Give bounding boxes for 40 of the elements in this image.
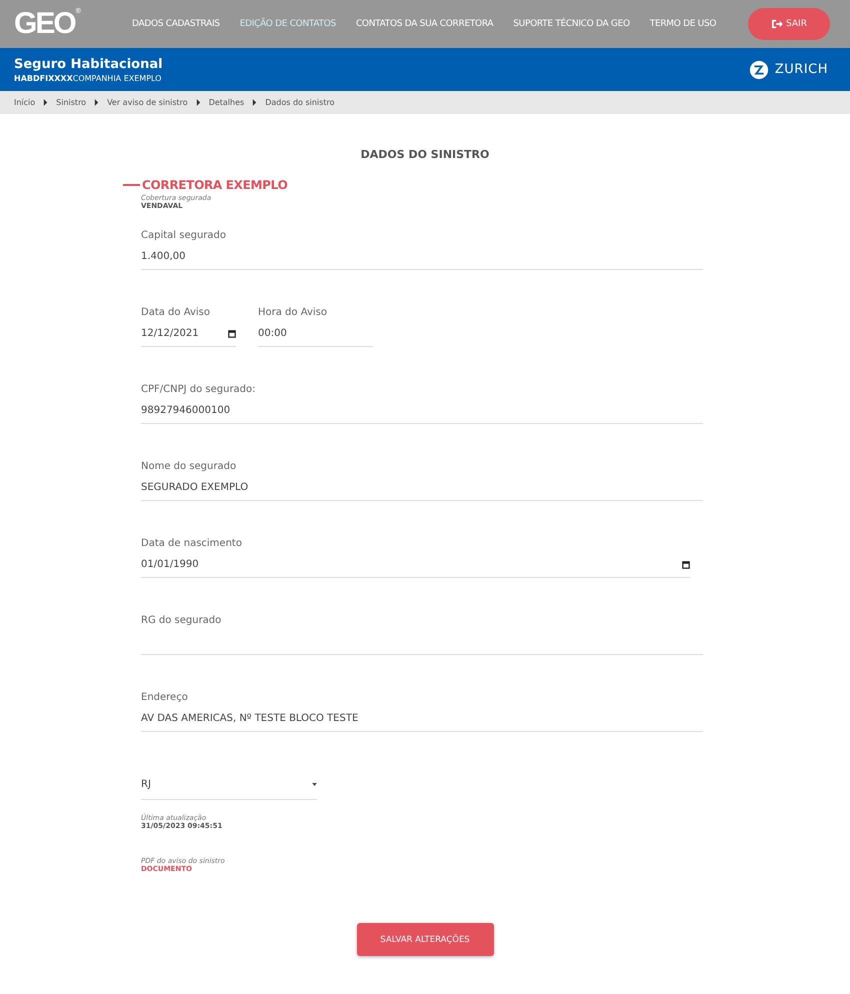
field-label: RG do segurado — [141, 615, 222, 628]
field-label: Hora do Aviso — [258, 307, 328, 320]
date-field[interactable]: 12/12/2021 — [141, 321, 236, 347]
field-label: Nome do segurado — [141, 461, 238, 474]
input-field[interactable]: 1.400,00 — [141, 244, 703, 270]
calendar-icon — [228, 330, 236, 338]
time-field[interactable]: 00:00 — [258, 321, 373, 347]
logout-icon — [771, 19, 784, 29]
caret-icon — [312, 782, 317, 786]
policy-code: HABDFIXXXX — [14, 74, 73, 82]
field-label: CPF/CNPJ do segurado: — [141, 384, 257, 397]
insurer-name: ZURICH — [774, 62, 828, 77]
company-name: COMPANHIA EXEMPLO — [72, 74, 162, 82]
chevron-right-icon — [252, 99, 258, 106]
breadcrumb-link[interactable]: Detalhes — [208, 98, 244, 107]
calendar-icon — [682, 560, 690, 568]
breadcrumb-link[interactable]: Ver aviso de sinistro — [107, 98, 188, 107]
accent-dash — [123, 184, 140, 186]
broker-name: CORRETORA EXEMPLO — [142, 178, 288, 192]
field-label: Data de nascimento — [141, 538, 243, 551]
state-select[interactable]: RJ — [141, 769, 317, 800]
product-title: Seguro Habitacional — [14, 56, 163, 72]
breadcrumb-link[interactable]: Dados do sinistro — [265, 98, 334, 107]
chevron-right-icon — [43, 99, 48, 106]
breadcrumb-link[interactable]: Sinistro — [56, 98, 86, 107]
field-label: Capital segurado — [141, 230, 227, 243]
breadcrumb-link[interactable]: Início — [14, 98, 36, 107]
chevron-right-icon — [196, 99, 201, 106]
chevron-right-icon — [94, 99, 100, 106]
input-field[interactable]: AV DAS AMERICAS, Nº TESTE BLOCO TESTE — [141, 706, 703, 732]
page-title: DADOS DO SINISTRO — [360, 148, 490, 163]
insurer-logo-icon — [748, 60, 769, 80]
save-button[interactable]: SALVAR ALTERAÇÕES — [356, 923, 494, 956]
date-field[interactable]: 01/01/1990 — [141, 552, 690, 578]
field-label: Endereço — [141, 692, 189, 705]
field-label: Data do Aviso — [141, 307, 211, 320]
input-field[interactable]: 98927946000100 — [141, 398, 703, 424]
logo: GEO — [14, 7, 75, 41]
logout-button[interactable]: SAIR — [748, 8, 830, 40]
input-field[interactable]: SEGURADO EXEMPLO — [141, 475, 703, 501]
